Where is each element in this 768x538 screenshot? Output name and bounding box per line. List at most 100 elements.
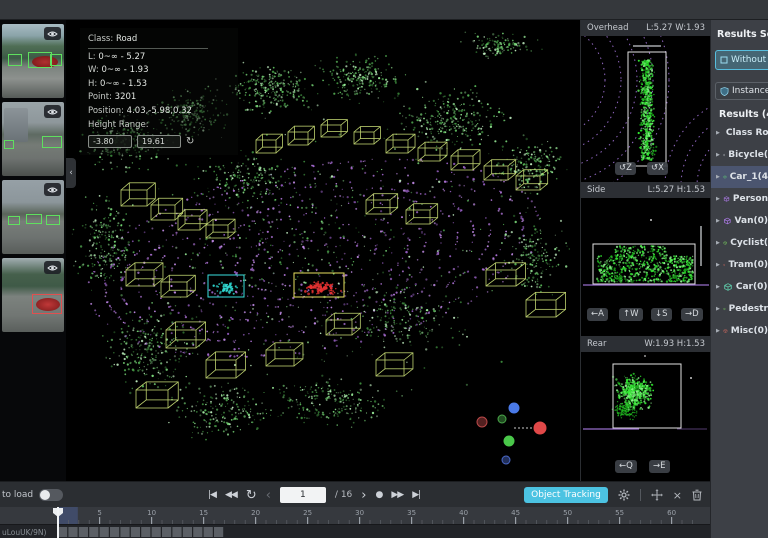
cube-icon: [723, 264, 726, 266]
tag-icon: [720, 56, 728, 64]
camera-thumbnail-1[interactable]: [2, 24, 64, 98]
caret-icon[interactable]: ▶: [716, 262, 720, 268]
rear-view-header: Rear W:1.93 H:1.53: [581, 336, 711, 352]
caret-icon[interactable]: ▶: [716, 328, 720, 334]
caret-icon[interactable]: ▶: [716, 218, 720, 224]
caret-icon[interactable]: ▶: [716, 306, 720, 312]
move-down-button[interactable]: ↓S: [651, 308, 672, 321]
skip-start-button[interactable]: |◀: [208, 490, 217, 500]
camera-thumbnail-4[interactable]: [2, 258, 64, 332]
record-button[interactable]: ●: [375, 490, 383, 500]
caret-icon[interactable]: ▶: [716, 284, 720, 290]
top-bar: [0, 0, 768, 20]
move-up-button[interactable]: ↑W: [619, 308, 643, 321]
tree-item-cyclist-[interactable]: ▶ Cyclist(: [711, 232, 768, 254]
tree-item-label: Pedestr: [728, 304, 768, 314]
tree-item-van-0-[interactable]: ▶ Van(0): [711, 210, 768, 232]
class-tree: ▶ Class Ro ▶ Bicycle( ▶ Car_1(4 ▶ Person ▶ Van(0)…: [711, 122, 768, 342]
cube-icon: [723, 241, 727, 245]
point-count: 3201: [114, 92, 137, 103]
ortho-views-panel: Overhead L:5.27 W:1.93 ↺Z ↺X Side L:5.27…: [580, 20, 711, 481]
tree-item-class-ro[interactable]: ▶ Class Ro: [711, 122, 768, 144]
tree-item-tram-0-[interactable]: ▶ Tram(0): [711, 254, 768, 276]
overhead-label: Overhead: [587, 23, 629, 33]
height-min-input[interactable]: [88, 135, 132, 149]
trash-icon[interactable]: [692, 486, 702, 505]
rewind-button[interactable]: ◀◀: [225, 490, 238, 500]
move-tool-icon[interactable]: [650, 486, 663, 505]
tree-item-label: Car(0): [735, 282, 768, 292]
tree-item-label: Class Ro: [725, 128, 768, 138]
gear-icon[interactable]: [618, 486, 630, 505]
side-dims: L:5.27 H:1.53: [647, 185, 705, 195]
camera-thumbnail-strip: [0, 20, 66, 481]
shield-icon: [720, 86, 729, 96]
camera-thumbnail-2[interactable]: [2, 102, 64, 176]
object-tracking-button[interactable]: Object Tracking: [524, 487, 608, 503]
eye-icon[interactable]: [44, 105, 61, 118]
tree-item-person[interactable]: ▶ Person: [711, 188, 768, 210]
tree-item-bicycle-[interactable]: ▶ Bicycle(: [711, 144, 768, 166]
move-left-button[interactable]: ←A: [587, 308, 608, 321]
auto-load-toggle[interactable]: [39, 489, 64, 501]
caret-icon[interactable]: ▶: [716, 130, 720, 136]
annotation-app: ‹ Class: Road L: 0~∞ - 5.27 W: 0~∞ - 1.9…: [0, 0, 768, 538]
timeline-ruler[interactable]: 5 10 15 20 25 30 35 40 45 50 55 60: [0, 507, 710, 524]
results-panel: Results Source Without Ta Instance Resul…: [710, 20, 768, 538]
eye-icon[interactable]: [44, 27, 61, 40]
tree-item-car-0-[interactable]: ▶ Car(0): [711, 276, 768, 298]
instance-selector[interactable]: Instance: [715, 82, 768, 100]
pointcloud-viewport[interactable]: Class: Road L: 0~∞ - 5.27 W: 0~∞ - 1.93 …: [66, 20, 580, 481]
caret-icon[interactable]: ▶: [716, 152, 720, 158]
cube-icon: [723, 217, 731, 225]
cube-icon: [723, 307, 726, 311]
rear-view-canvas[interactable]: [581, 352, 711, 481]
frame-input[interactable]: [279, 487, 326, 503]
cube-icon: [723, 175, 727, 179]
rotate-e-button[interactable]: →E: [649, 460, 670, 473]
length-value: 0~∞ - 5.27: [98, 51, 146, 62]
timeline-track[interactable]: uLouUK/9N): [0, 524, 710, 538]
next-frame-button[interactable]: ›: [361, 488, 366, 503]
rotate-q-button[interactable]: ←Q: [615, 460, 637, 473]
chevron-left-icon[interactable]: ‹: [66, 158, 76, 188]
skip-end-button[interactable]: ▶|: [412, 490, 421, 500]
tree-item-label: Bicycle(: [728, 150, 768, 160]
class-value: Road: [115, 34, 138, 44]
overhead-view-canvas[interactable]: [581, 36, 711, 182]
caret-icon[interactable]: ▶: [716, 174, 720, 180]
height-range-label: Height Range:: [88, 119, 149, 130]
camera-thumbnail-3[interactable]: [2, 180, 64, 254]
auto-load-label: to load: [2, 490, 34, 500]
tree-item-pedestr[interactable]: ▶ Pedestr: [711, 298, 768, 320]
tree-item-label: Person: [732, 194, 768, 204]
cube-icon: [724, 283, 732, 291]
tree-item-label: Cyclist(: [730, 238, 768, 248]
tree-item-car-1-4[interactable]: ▶ Car_1(4: [711, 166, 768, 188]
caret-icon[interactable]: ▶: [716, 196, 720, 202]
rear-dims: W:1.93 H:1.53: [644, 339, 705, 349]
caret-icon[interactable]: ▶: [716, 240, 720, 246]
eye-icon[interactable]: [44, 183, 61, 196]
eye-icon[interactable]: [44, 261, 61, 274]
prev-frame-button[interactable]: ‹: [266, 488, 271, 503]
cube-icon: [723, 196, 730, 202]
fast-forward-button[interactable]: ▶▶: [391, 490, 404, 500]
tree-item-label: Van(0): [734, 216, 768, 226]
results-count-row[interactable]: Results (46: [716, 109, 768, 120]
tree-item-label: Misc(0): [730, 326, 768, 336]
replay-button[interactable]: ↻: [246, 488, 257, 503]
tree-item-misc-0-[interactable]: ▶ Misc(0): [711, 320, 768, 342]
without-tag-button[interactable]: Without Ta: [715, 50, 768, 70]
close-icon[interactable]: ×: [673, 490, 682, 501]
refresh-icon[interactable]: ↻: [186, 136, 194, 147]
rotate-x-button[interactable]: ↺X: [647, 162, 668, 175]
tree-item-label: Tram(0): [728, 260, 768, 270]
cube-icon: [723, 329, 728, 333]
tree-item-label: Car_1(4: [729, 172, 768, 182]
selection-info-panel: Class: Road L: 0~∞ - 5.27 W: 0~∞ - 1.93 …: [80, 28, 238, 156]
height-max-input[interactable]: [137, 135, 181, 149]
rotate-z-button[interactable]: ↺Z: [615, 162, 636, 175]
playhead-line[interactable]: [57, 507, 59, 538]
move-right-button[interactable]: →D: [681, 308, 703, 321]
